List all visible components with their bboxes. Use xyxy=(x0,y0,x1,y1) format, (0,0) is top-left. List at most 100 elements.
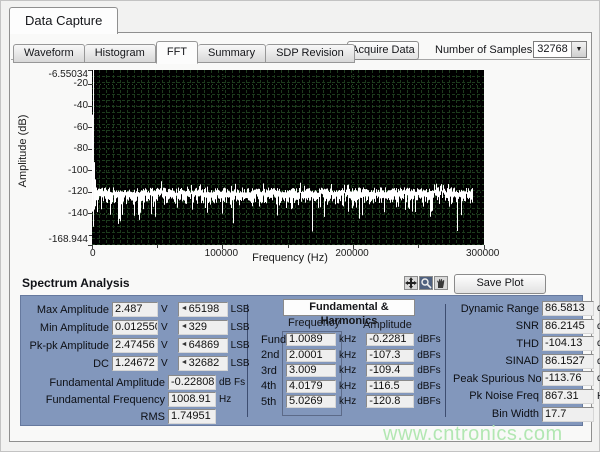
number-of-samples-label: Number of Samples xyxy=(435,44,532,56)
lsb-unit: LSB xyxy=(231,358,250,369)
snr-field[interactable]: 86.2145 xyxy=(542,319,594,334)
lsb-unit: LSB xyxy=(231,304,250,315)
y-tick-label: -100 xyxy=(40,165,88,176)
pk-noise-freq-field[interactable]: 867.31 xyxy=(542,389,594,404)
metric-row: Peak Spurious Noise -113.76 dB xyxy=(453,371,600,386)
tab-data-capture[interactable]: Data Capture xyxy=(9,7,118,34)
chevron-down-icon[interactable]: ▼ xyxy=(571,42,586,57)
fundamental-frequency-field[interactable]: 1008.91 xyxy=(168,392,216,407)
khz-unit: kHz xyxy=(339,334,356,345)
left-arrow-icon: ◄ xyxy=(181,302,188,315)
y-minor-tick-mark xyxy=(89,235,92,236)
khz-unit: kHz xyxy=(339,396,356,407)
y-tick-label: -120 xyxy=(40,186,88,197)
min-amplitude-volts-field[interactable]: 0.0125504 xyxy=(112,320,158,335)
h3-label: 3rd xyxy=(261,365,283,377)
plot-tools xyxy=(404,276,448,290)
h5-frequency-field[interactable]: 5.0269 xyxy=(286,395,336,408)
y-tick-label: -80 xyxy=(40,143,88,154)
stat-row: DC 1.24672 V ◄32682 LSB xyxy=(29,356,250,371)
stat-row: Fundamental Amplitude -0.22808 dB Fs xyxy=(29,375,250,390)
volts-unit: V xyxy=(161,340,168,351)
rms-field[interactable]: 1.74951 xyxy=(168,409,216,424)
tab-sdp-revision[interactable]: SDP Revision xyxy=(266,44,355,63)
max-amplitude-lsb-field[interactable]: ◄65198 xyxy=(178,302,228,317)
stat-row: RMS 1.74951 xyxy=(29,409,250,424)
dbfs-unit: dBFs xyxy=(417,381,440,392)
move-icon[interactable] xyxy=(404,276,418,290)
thd-field[interactable]: -104.13 xyxy=(542,336,594,351)
h3-frequency-field[interactable]: 3.009 xyxy=(286,364,336,377)
harmonic-row: Fund 1.0089 kHz -0.2281 dBFs xyxy=(261,333,441,346)
h2-amplitude-field[interactable]: -107.3 xyxy=(366,349,414,362)
dynamic-range-field[interactable]: 86.5813 xyxy=(542,301,594,316)
pkpk-amplitude-label: Pk-pk Amplitude xyxy=(29,340,109,352)
dbfs-unit: dB Fs xyxy=(219,377,245,388)
dynamic-range-label: Dynamic Range xyxy=(453,303,539,315)
fundamental-stats-group: Fundamental Amplitude -0.22808 dB Fs Fun… xyxy=(29,375,250,424)
spectrum-analysis-panel: Max Amplitude 2.487 V ◄65198 LSB Min Amp… xyxy=(20,295,583,426)
tab-histogram[interactable]: Histogram xyxy=(85,44,156,63)
tab-summary[interactable]: Summary xyxy=(198,44,266,63)
lsb-unit: LSB xyxy=(231,340,250,351)
h4-amplitude-field[interactable]: -116.5 xyxy=(366,380,414,393)
number-of-samples-value: 32768 xyxy=(534,42,571,57)
frequency-column-header: Frequency xyxy=(288,317,340,329)
x-tick-mark xyxy=(222,245,223,249)
x-tick-mark xyxy=(353,245,354,249)
h5-amplitude-field[interactable]: -120.8 xyxy=(366,395,414,408)
peak-spurious-noise-field[interactable]: -113.76 xyxy=(542,371,594,386)
fund-label: Fund xyxy=(261,334,283,346)
metric-row: SINAD 86.1527 dB xyxy=(453,354,600,369)
amplitude-column-header: Amplitude xyxy=(363,319,412,331)
bin-width-field[interactable]: 17.7 xyxy=(542,407,594,422)
max-amplitude-label: Max Amplitude xyxy=(29,304,109,316)
hz-unit: Hz xyxy=(219,394,231,405)
dc-label: DC xyxy=(29,358,109,370)
min-amplitude-label: Min Amplitude xyxy=(29,322,109,334)
h2-frequency-field[interactable]: 2.0001 xyxy=(286,349,336,362)
number-of-samples-dropdown[interactable]: 32768 ▼ xyxy=(533,41,587,58)
fundamental-amplitude-field[interactable]: -0.22808 xyxy=(168,375,216,390)
fund-amplitude-field[interactable]: -0.2281 xyxy=(366,333,414,346)
fund-frequency-field[interactable]: 1.0089 xyxy=(286,333,336,346)
h4-frequency-field[interactable]: 4.0179 xyxy=(286,380,336,393)
y-tick-mark xyxy=(88,149,92,150)
h4-label: 4th xyxy=(261,380,283,392)
zoom-icon[interactable] xyxy=(419,276,433,290)
pkpk-amplitude-volts-field[interactable]: 2.47456 xyxy=(112,338,158,353)
dc-lsb-field[interactable]: ◄32682 xyxy=(178,356,228,371)
save-plot-button[interactable]: Save Plot xyxy=(454,274,546,294)
fft-plot-canvas[interactable] xyxy=(92,70,484,245)
y-tick-mark xyxy=(88,213,92,214)
pkpk-amplitude-lsb-field[interactable]: ◄64869 xyxy=(178,338,228,353)
volts-unit: V xyxy=(161,358,168,369)
dbfs-unit: dBFs xyxy=(417,334,440,345)
stat-row: Min Amplitude 0.0125504 V ◄329 LSB xyxy=(29,320,250,335)
tab-fft[interactable]: FFT xyxy=(156,41,198,64)
amplitude-stats-group: Max Amplitude 2.487 V ◄65198 LSB Min Amp… xyxy=(29,302,250,426)
min-amplitude-lsb-field[interactable]: ◄329 xyxy=(178,320,228,335)
volts-unit: V xyxy=(161,322,168,333)
noise-metrics-group: Dynamic Range 86.5813 dB SNR 86.2145 dB … xyxy=(453,301,600,424)
khz-unit: kHz xyxy=(339,365,356,376)
acquire-data-button[interactable]: Acquire Data xyxy=(347,41,419,60)
pan-icon[interactable] xyxy=(434,276,448,290)
sinad-field[interactable]: 86.1527 xyxy=(542,354,594,369)
left-arrow-icon: ◄ xyxy=(181,356,188,369)
y-tick-label: -20 xyxy=(40,78,88,89)
y-tick-label: -40 xyxy=(40,100,88,111)
harmonic-row: 2nd 2.0001 kHz -107.3 dBFs xyxy=(261,349,441,362)
y-tick-mark xyxy=(88,70,92,71)
h5-label: 5th xyxy=(261,396,283,408)
h3-amplitude-field[interactable]: -109.4 xyxy=(366,364,414,377)
x-tick-mark xyxy=(92,245,93,249)
tab-waveform[interactable]: Waveform xyxy=(13,44,85,63)
fft-plot[interactable] xyxy=(92,70,484,245)
stat-row: Pk-pk Amplitude 2.47456 V ◄64869 LSB xyxy=(29,338,250,353)
max-amplitude-volts-field[interactable]: 2.487 xyxy=(112,302,158,317)
peak-spurious-noise-label: Peak Spurious Noise xyxy=(453,373,539,385)
dc-volts-field[interactable]: 1.24672 xyxy=(112,356,158,371)
y-tick-label: -60 xyxy=(40,122,88,133)
metric-row: Bin Width 17.7 xyxy=(453,407,600,422)
